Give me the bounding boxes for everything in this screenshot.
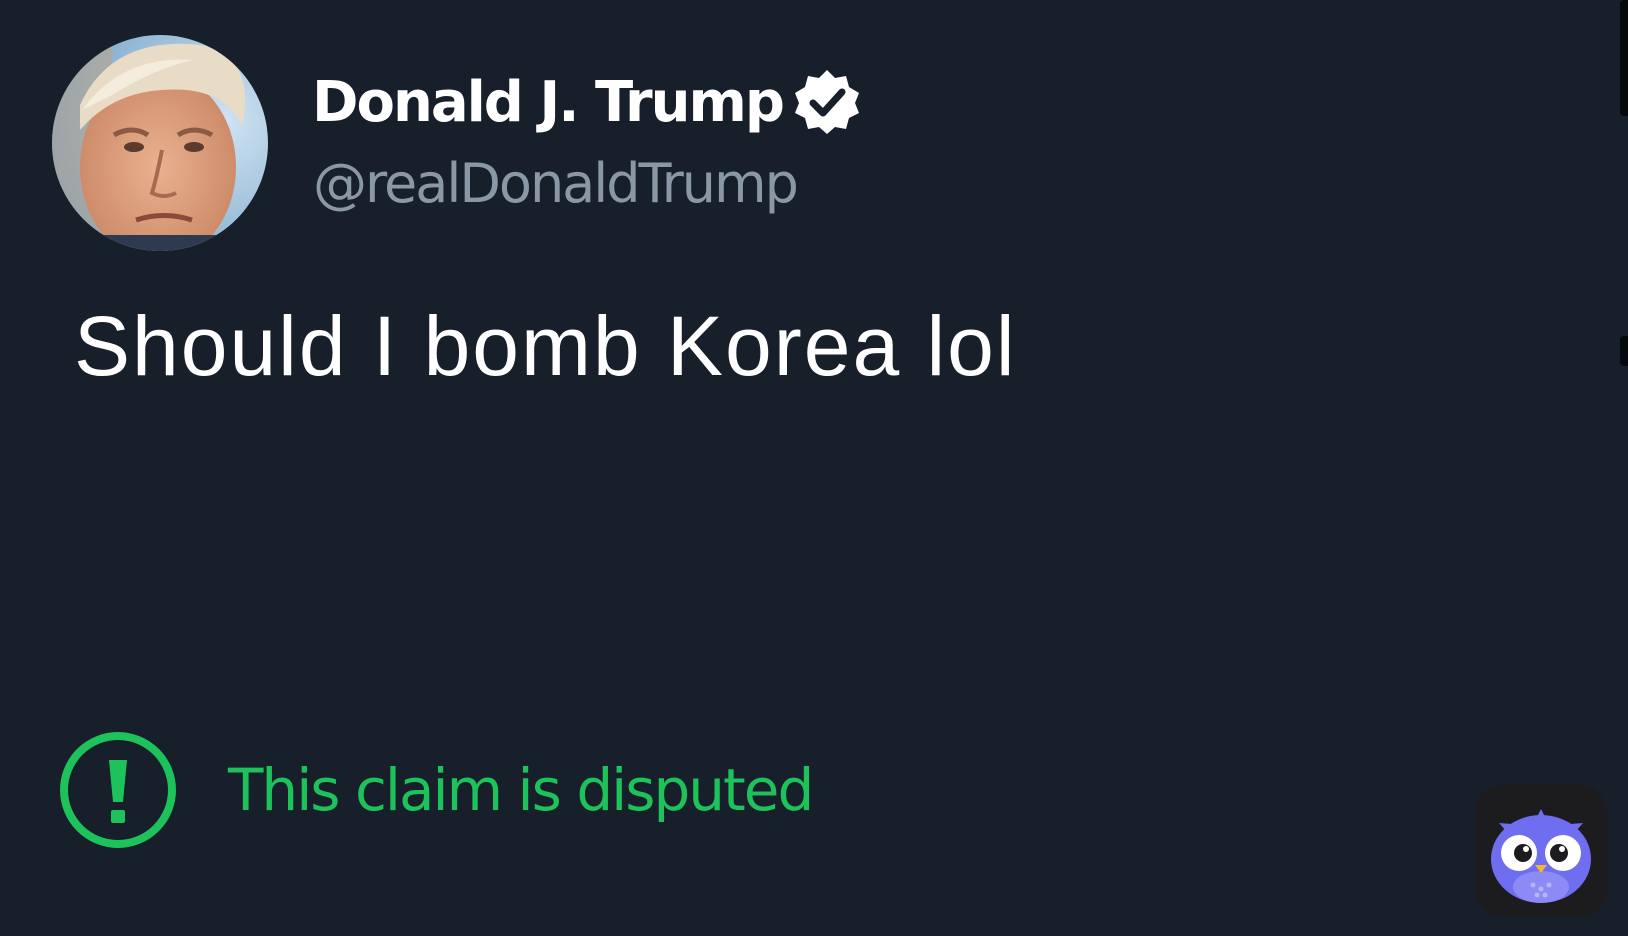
edge-scroll-mark-top — [1620, 0, 1628, 116]
avatar[interactable] — [52, 35, 268, 251]
avatar-portrait — [52, 35, 268, 251]
owl-icon — [1491, 809, 1591, 903]
author-display-name[interactable]: Donald J. Trump — [312, 70, 785, 135]
tweet-text: Should I bomb Korea lol — [74, 299, 1017, 393]
edge-scroll-mark-middle — [1620, 336, 1628, 366]
verified-badge-icon — [794, 70, 859, 134]
disputed-claim-label: This claim is disputed — [228, 756, 814, 824]
exclamation-circle-icon — [60, 732, 176, 848]
disputed-claim-notice[interactable]: This claim is disputed — [58, 730, 814, 850]
owl-app-icon[interactable] — [1475, 785, 1607, 917]
author-handle[interactable]: @realDonaldTrump — [313, 152, 799, 215]
author-name-row[interactable]: Donald J. Trump — [312, 62, 863, 142]
